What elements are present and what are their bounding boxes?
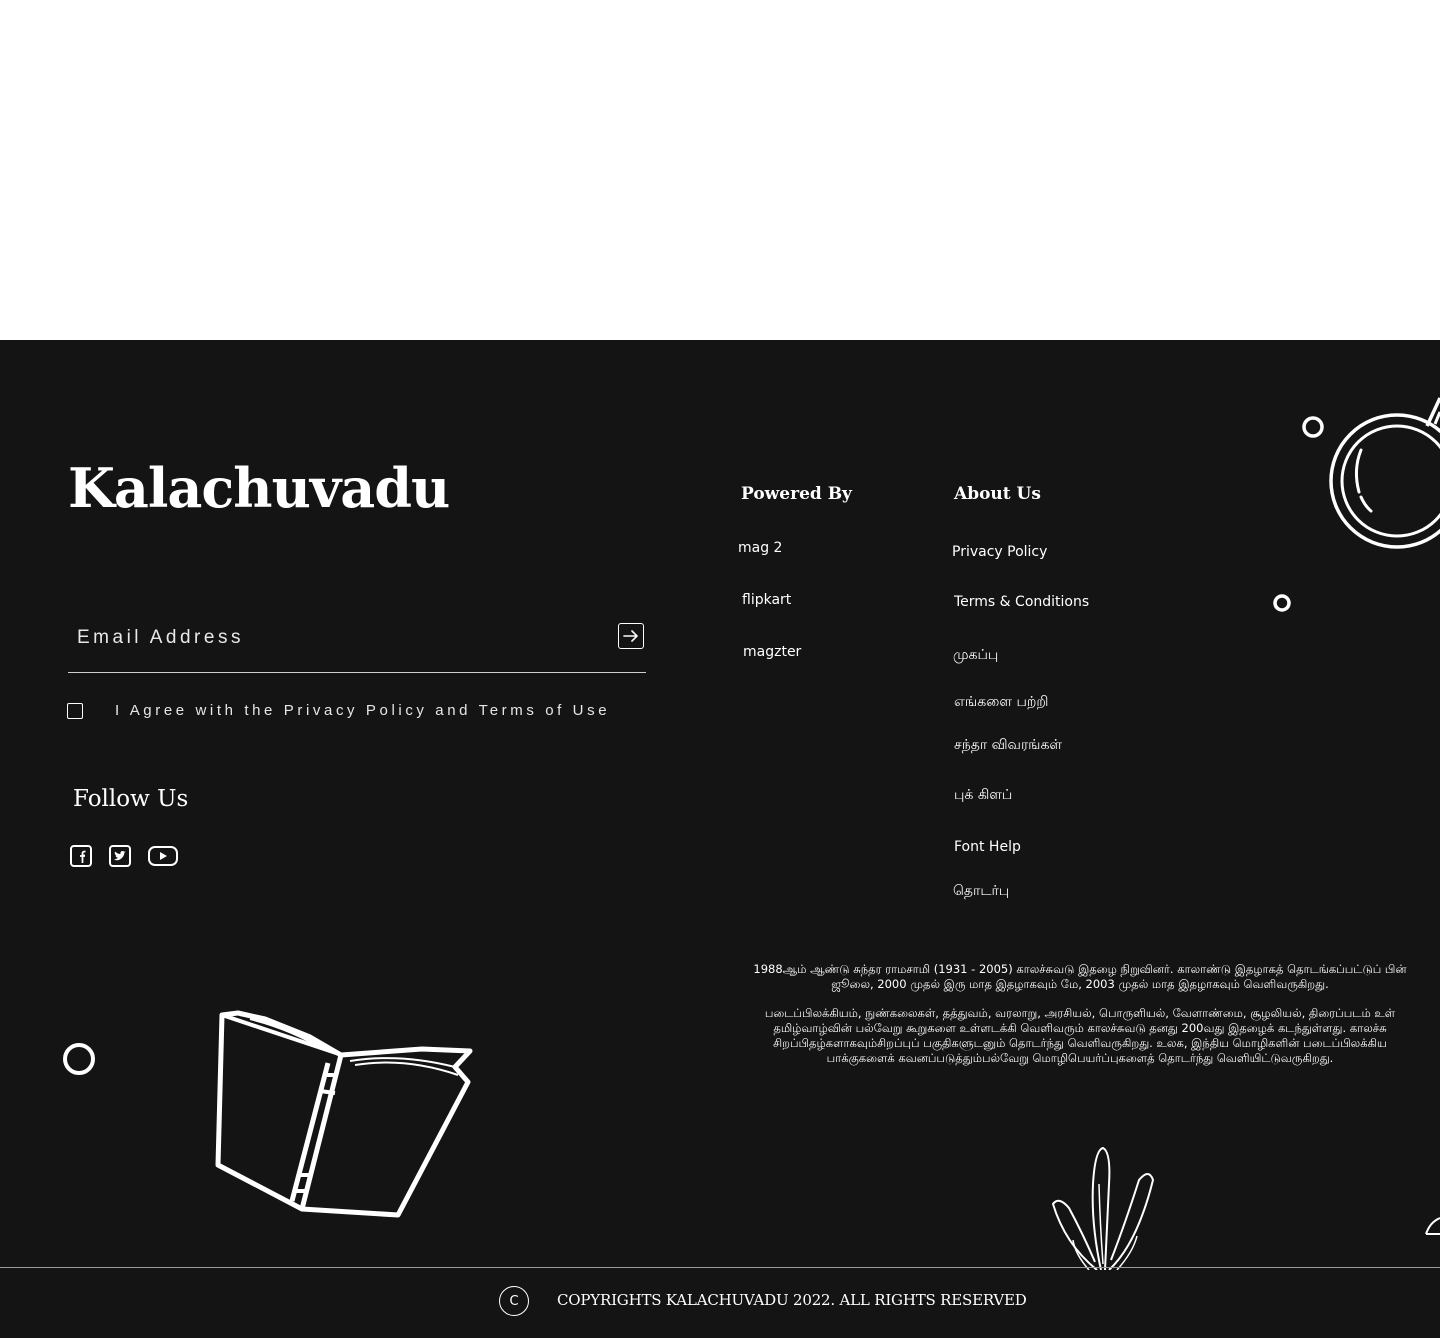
facebook-link[interactable]: [69, 844, 93, 868]
follow-us-title: Follow Us: [73, 786, 189, 812]
copyright-icon-glyph: C: [509, 1293, 519, 1309]
about-link-contact[interactable]: தொடர்பு: [953, 883, 1009, 901]
about-p2-line1: படைப்பிலக்கியம், நுண்கலைகள், தத்துவம், வ…: [764, 1006, 1396, 1020]
copyright-text: COPYRIGHTS KALACHUVADU 2022. ALL RIGHTS …: [557, 1291, 1027, 1309]
powered-by-title: Powered By: [741, 484, 852, 504]
about-p1-line2: ஜூலை, 2000 முதல் இரு மாத இதழாகவும் மே, 2…: [831, 977, 1329, 991]
agree-checkbox[interactable]: [67, 703, 83, 719]
about-link-privacy-policy[interactable]: Privacy Policy: [952, 544, 1047, 560]
about-p2-line2: தமிழ்வாழ்வின் பல்வேறு கூறுகளை உள்ளடக்கி …: [773, 1021, 1387, 1035]
about-p2-line3: சிறப்பிதழ்களாகவும்சிறப்புப் பகுதிகளுடனும…: [773, 1036, 1387, 1050]
magnifier-illustration-icon: [1302, 397, 1440, 549]
twitter-icon: [109, 845, 131, 867]
open-book-illustration-icon: [215, 1010, 473, 1218]
page-top-blank-area: [0, 0, 1440, 340]
arrow-right-square-icon: [623, 630, 638, 642]
about-link-terms[interactable]: Terms & Conditions: [954, 594, 1089, 610]
email-input[interactable]: [68, 618, 597, 658]
copyright-icon: C: [499, 1286, 529, 1316]
powered-by-link-magzter[interactable]: magzter: [743, 644, 801, 660]
facebook-icon: [70, 845, 92, 867]
small-ring-decoration: [1273, 594, 1291, 612]
ring-decoration: [63, 1043, 95, 1075]
twitter-link[interactable]: [108, 844, 132, 868]
about-p2-line4: பாக்குகளைக் கவனப்படுத்தும்பல்வேறு மொழிபெ…: [826, 1051, 1334, 1065]
plant-illustration-icon: [1051, 1146, 1155, 1270]
powered-by-link-mag2[interactable]: mag 2: [738, 540, 782, 556]
copyright-divider: [0, 1267, 1440, 1268]
brand-logo-text: Kalachuvadu: [68, 456, 450, 520]
agree-label: I Agree with the Privacy Policy and Term…: [115, 702, 611, 719]
about-link-about[interactable]: எங்களை பற்றி: [954, 694, 1048, 712]
about-link-book-club[interactable]: புக் கிளப்: [954, 787, 1012, 805]
youtube-link[interactable]: [147, 844, 179, 868]
newsletter-submit-button[interactable]: [618, 623, 644, 649]
about-link-font-help[interactable]: Font Help: [954, 839, 1021, 855]
about-paragraph-2: படைப்பிலக்கியம், நுண்கலைகள், தத்துவம், வ…: [690, 1006, 1440, 1066]
about-description: 1988ஆம் ஆண்டு சுந்தர ராமசாமி (1931 - 200…: [690, 962, 1440, 1080]
youtube-icon: [148, 846, 178, 866]
about-link-home[interactable]: முகப்பு: [953, 647, 998, 665]
about-us-title: About Us: [954, 484, 1041, 504]
newsletter-form: [68, 608, 646, 673]
about-paragraph-1: 1988ஆம் ஆண்டு சுந்தர ராமசாமி (1931 - 200…: [690, 962, 1440, 992]
site-footer: Kalachuvadu I Agree with the Privacy Pol…: [0, 340, 1440, 1338]
corner-leaf-decoration: [1425, 1217, 1440, 1235]
about-p1-line1: 1988ஆம் ஆண்டு சுந்தர ராமசாமி (1931 - 200…: [753, 962, 1407, 976]
about-link-subscription[interactable]: சந்தா விவரங்கள்: [954, 737, 1062, 755]
powered-by-link-flipkart[interactable]: flipkart: [742, 592, 791, 608]
